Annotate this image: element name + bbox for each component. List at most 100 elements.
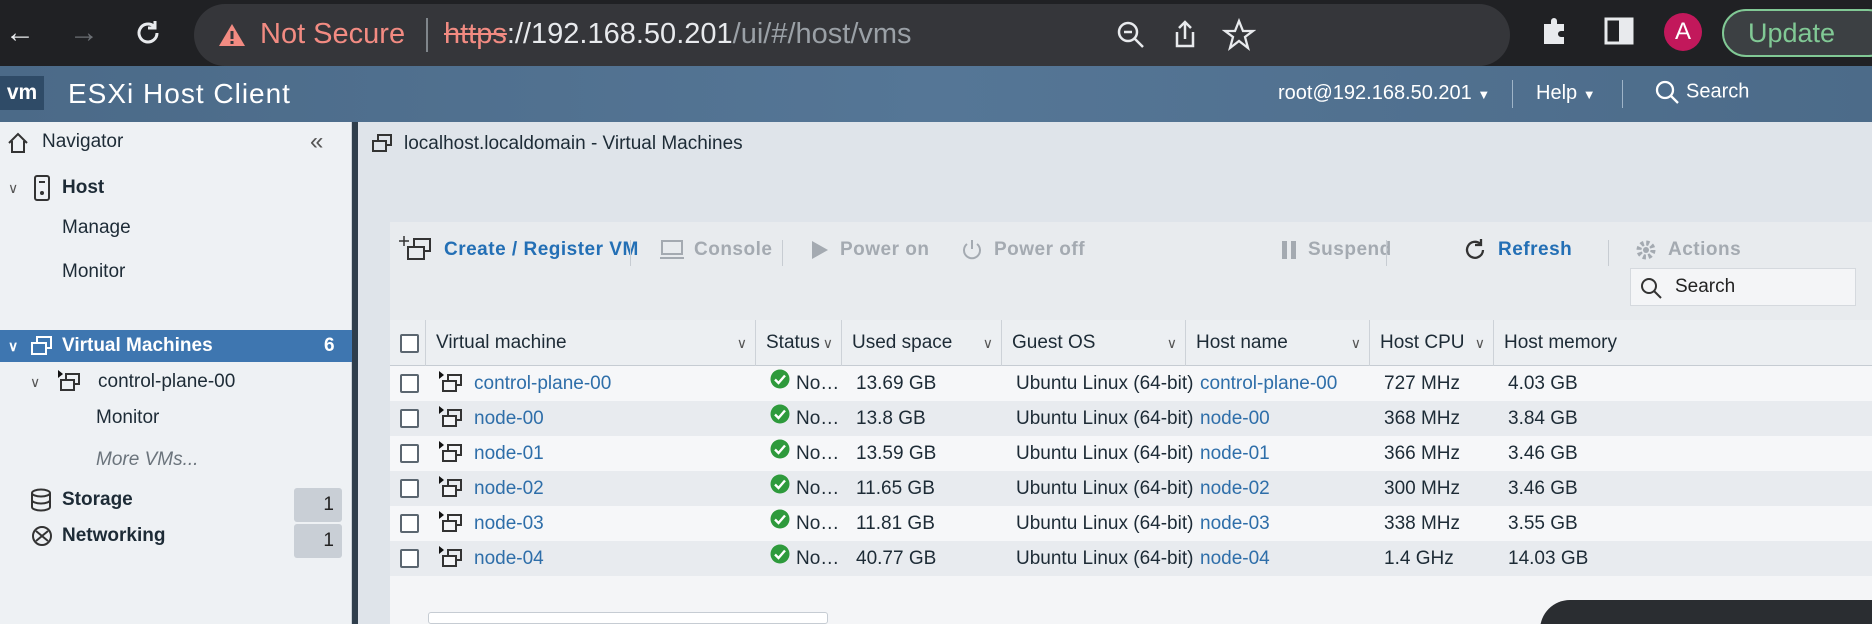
- table-row[interactable]: node-03 No… 11.81 GB Ubuntu Linux (64-bit) n…: [390, 506, 1872, 541]
- console-button[interactable]: Console: [660, 232, 772, 268]
- actions-button[interactable]: Actions: [1634, 232, 1741, 268]
- row-checkbox[interactable]: [400, 409, 419, 428]
- host-name-link[interactable]: node-02: [1200, 471, 1270, 506]
- host-name-link[interactable]: control-plane-00: [1200, 366, 1337, 401]
- back-icon[interactable]: ←: [0, 13, 40, 53]
- bookmark-star-icon[interactable]: [1222, 18, 1256, 52]
- chevron-down-icon[interactable]: ∨: [8, 330, 18, 362]
- host-name-link[interactable]: node-03: [1200, 506, 1270, 541]
- table-row[interactable]: node-01 No… 13.59 GB Ubuntu Linux (64-bit) n…: [390, 436, 1872, 471]
- power-on-label: Power on: [840, 239, 930, 260]
- forward-icon[interactable]: →: [64, 13, 104, 53]
- header-search-label: Search: [1686, 80, 1750, 103]
- row-checkbox[interactable]: [400, 549, 419, 568]
- chevron-down-icon[interactable]: ∨: [1167, 320, 1177, 366]
- col-virtual-machine[interactable]: Virtual machine ∨: [426, 320, 756, 366]
- vm-status: No…: [770, 541, 840, 576]
- profile-avatar[interactable]: A: [1664, 13, 1702, 51]
- nav-item-virtual-machines[interactable]: ∨ Virtual Machines 6: [0, 330, 352, 362]
- url-path: /ui/#/host/vms: [732, 18, 912, 50]
- col-guest-os[interactable]: Guest OS ∨: [1002, 320, 1186, 366]
- suspend-label: Suspend: [1308, 239, 1392, 260]
- refresh-label: Refresh: [1498, 239, 1573, 260]
- col-host-memory[interactable]: Host memory: [1494, 320, 1644, 366]
- help-menu[interactable]: Help ▼: [1536, 82, 1596, 105]
- vm-search-placeholder: Search: [1675, 276, 1736, 297]
- host-name-link[interactable]: node-04: [1200, 541, 1270, 576]
- vm-name-link[interactable]: control-plane-00: [474, 366, 611, 401]
- table-scrollbar[interactable]: [428, 612, 828, 624]
- vm-name-link[interactable]: node-01: [474, 436, 544, 471]
- chevron-down-icon[interactable]: ∨: [8, 172, 18, 204]
- chevron-down-icon[interactable]: ∨: [983, 320, 993, 366]
- power-off-button[interactable]: Power off: [960, 232, 1085, 268]
- col-used-space[interactable]: Used space ∨: [842, 320, 1002, 366]
- main-panel: localhost.localdomain - Virtual Machines…: [358, 122, 1872, 624]
- row-checkbox[interactable]: [400, 479, 419, 498]
- reload-icon[interactable]: [128, 13, 168, 53]
- refresh-button[interactable]: Refresh: [1462, 232, 1572, 268]
- table-row[interactable]: node-04 No… 40.77 GB Ubuntu Linux (64-bit) n…: [390, 541, 1872, 576]
- power-on-button[interactable]: Power on: [810, 232, 930, 268]
- vm-count-badge: 6: [324, 335, 335, 356]
- overlay-corner: [1540, 600, 1872, 624]
- nav-item-manage[interactable]: Manage: [0, 212, 352, 244]
- nav-item-storage[interactable]: Storage 1: [0, 484, 352, 522]
- address-bar[interactable]: Not Secure https://192.168.50.201/ui/#/h…: [194, 4, 1510, 66]
- col-label: Virtual machine: [436, 332, 567, 353]
- extensions-icon[interactable]: [1538, 14, 1572, 48]
- navigator-header: Navigator «: [0, 126, 352, 158]
- chevron-down-icon[interactable]: ∨: [30, 366, 40, 398]
- host-name-link[interactable]: node-01: [1200, 436, 1270, 471]
- chevron-down-icon[interactable]: ∨: [1475, 320, 1485, 366]
- side-panel-icon[interactable]: [1602, 14, 1636, 48]
- vm-name-link[interactable]: node-00: [474, 401, 544, 436]
- chevron-down-icon[interactable]: ∨: [823, 320, 833, 366]
- security-label[interactable]: Not Secure: [260, 18, 405, 51]
- zoom-icon[interactable]: [1114, 18, 1148, 52]
- help-menu-label: Help: [1536, 82, 1578, 104]
- user-menu[interactable]: root@192.168.50.201 ▼: [1278, 82, 1490, 105]
- row-checkbox[interactable]: [400, 374, 419, 393]
- pause-icon: [1282, 240, 1296, 259]
- storage-count-badge: 1: [294, 488, 342, 522]
- host-cpu-cell: 368 MHz: [1384, 408, 1461, 429]
- row-checkbox[interactable]: [400, 514, 419, 533]
- col-host-cpu[interactable]: Host CPU ∨: [1370, 320, 1494, 366]
- vm-status: No…: [770, 366, 840, 401]
- url-text[interactable]: https://192.168.50.201/ui/#/host/vms: [444, 18, 912, 51]
- nav-item-networking[interactable]: Networking 1: [0, 520, 352, 558]
- home-icon: [8, 132, 28, 153]
- host-cpu-cell: 338 MHz: [1384, 513, 1461, 534]
- vm-name-link[interactable]: node-02: [474, 471, 544, 506]
- vm-name-link[interactable]: node-04: [474, 541, 544, 576]
- suspend-button[interactable]: Suspend: [1280, 232, 1392, 268]
- table-row[interactable]: node-02 No… 11.65 GB Ubuntu Linux (64-bit) n…: [390, 471, 1872, 506]
- collapse-icon[interactable]: «: [310, 126, 323, 158]
- table-row[interactable]: control-plane-00 No… 13.69 GB Ubuntu Linux …: [390, 366, 1872, 401]
- chevron-down-icon[interactable]: ∨: [737, 320, 747, 366]
- create-register-vm-button[interactable]: Create / Register VM: [398, 232, 639, 268]
- share-icon[interactable]: [1168, 18, 1202, 52]
- select-all-checkbox[interactable]: [400, 334, 419, 353]
- vm-search-input[interactable]: Search: [1630, 268, 1856, 306]
- host-name-link[interactable]: node-00: [1200, 401, 1270, 436]
- chevron-down-icon[interactable]: ∨: [1351, 320, 1361, 366]
- header-search[interactable]: Search: [1654, 79, 1749, 105]
- table-row[interactable]: node-00 No… 13.8 GB Ubuntu Linux (64-bit) no…: [390, 401, 1872, 436]
- nav-item-host[interactable]: ∨ Host: [0, 172, 352, 204]
- nav-item-control-plane[interactable]: ∨ control-plane-00: [0, 366, 352, 398]
- nav-item-more-vms[interactable]: More VMs...: [0, 444, 352, 476]
- status-ok-icon: [770, 471, 790, 506]
- status-text: No…: [796, 513, 840, 534]
- vm-icon: [58, 370, 80, 391]
- nav-item-monitor[interactable]: Monitor: [0, 256, 352, 288]
- warning-icon: [219, 24, 245, 46]
- host-memory-cell: 3.46 GB: [1508, 478, 1578, 499]
- update-button[interactable]: Update: [1722, 9, 1872, 57]
- col-host-name[interactable]: Host name ∨: [1186, 320, 1370, 366]
- vm-name-link[interactable]: node-03: [474, 506, 544, 541]
- nav-item-vm-monitor[interactable]: Monitor: [0, 402, 352, 434]
- col-status[interactable]: Status ∨: [756, 320, 842, 366]
- row-checkbox[interactable]: [400, 444, 419, 463]
